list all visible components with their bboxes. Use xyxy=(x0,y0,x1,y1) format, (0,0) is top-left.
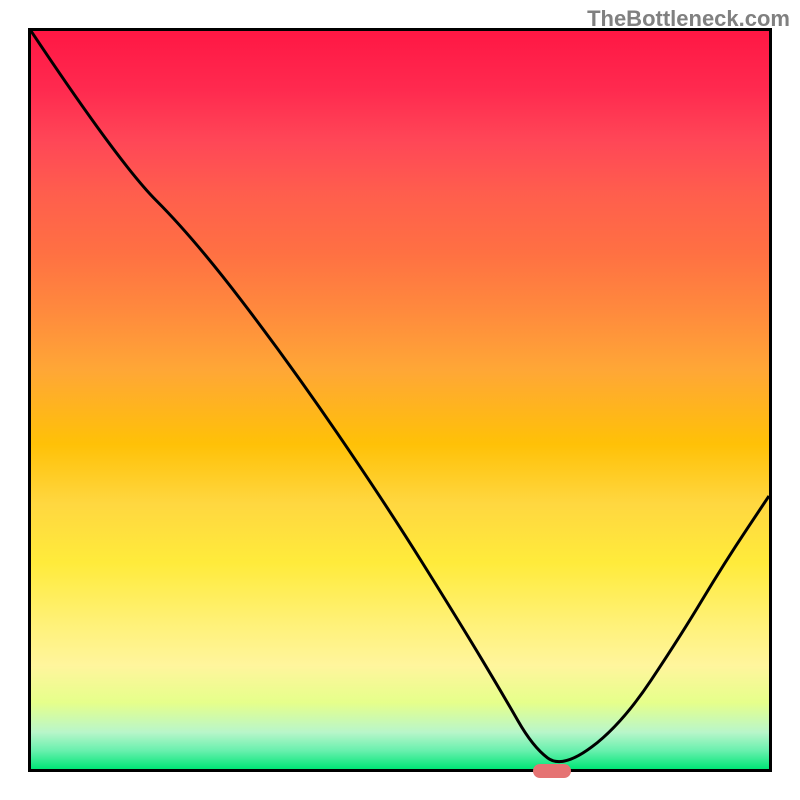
watermark-text: TheBottleneck.com xyxy=(587,6,790,32)
chart-plot-area xyxy=(28,28,772,772)
bottleneck-curve-line xyxy=(31,31,769,762)
optimal-point-marker xyxy=(533,764,571,778)
chart-curve-svg xyxy=(31,31,769,769)
